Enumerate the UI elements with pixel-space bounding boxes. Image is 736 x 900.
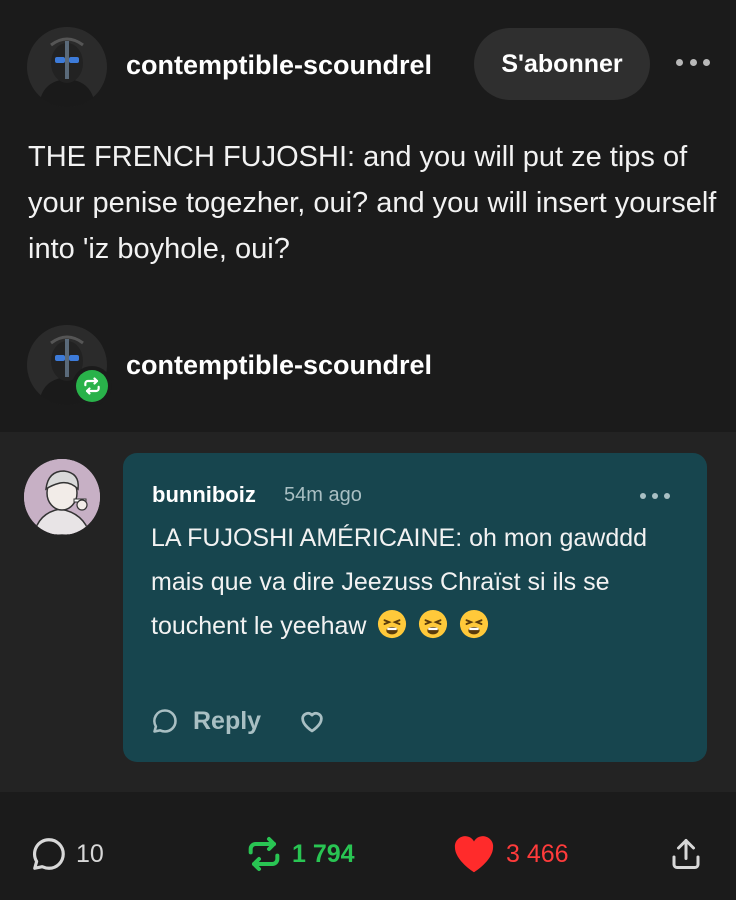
post-header: contemptible-scoundrel S'abonner [0, 0, 736, 120]
reply-button[interactable]: Reply [151, 707, 261, 736]
post-card: contemptible-scoundrel S'abonner THE FRE… [0, 0, 736, 900]
follow-button[interactable]: S'abonner [474, 28, 650, 100]
reblogs-count: 1 794 [292, 839, 355, 868]
author-avatar[interactable] [27, 27, 107, 107]
heart-outline-icon [301, 712, 323, 733]
more-options-icon[interactable] [676, 52, 710, 72]
tired-face-emoji-icon [418, 609, 448, 639]
notes-count: 10 [76, 839, 104, 868]
notes-speech-bubble-icon [33, 838, 65, 870]
speech-bubble-icon [153, 709, 177, 733]
reply-more-options-icon[interactable] [640, 491, 670, 501]
reblog-button[interactable]: 1 794 [244, 836, 355, 872]
author-username[interactable]: contemptible-scoundrel [126, 50, 456, 81]
reblog-badge [72, 366, 112, 406]
reply-timestamp: 54m ago [284, 484, 362, 506]
reply-button-label: Reply [193, 706, 262, 735]
post-body-text: THE FRENCH FUJOSHI: and you will put ze … [28, 141, 717, 265]
reply-author-avatar[interactable] [24, 459, 100, 535]
reblog-icon [248, 837, 280, 871]
like-button[interactable]: 3 466 [452, 836, 569, 873]
share-icon [672, 839, 700, 869]
reply-text-block: LA FUJOSHI AMÉRICAINE: oh mon gawddd mai… [151, 516, 681, 648]
reblogger-username[interactable]: contemptible-scoundrel [126, 350, 432, 381]
notes-button[interactable]: 10 [30, 836, 104, 872]
tired-face-emoji-icon [377, 609, 407, 639]
post-footer [0, 792, 736, 900]
heart-filled-icon [454, 836, 494, 873]
likes-count: 3 466 [506, 839, 569, 868]
tired-face-emoji-icon [459, 609, 489, 639]
share-button[interactable] [668, 836, 704, 872]
reply-like-button[interactable] [297, 706, 327, 736]
reply-actions: Reply [151, 704, 327, 738]
reblog-badge-icon [84, 377, 100, 395]
reply-author-username[interactable]: bunniboiz [152, 482, 256, 508]
